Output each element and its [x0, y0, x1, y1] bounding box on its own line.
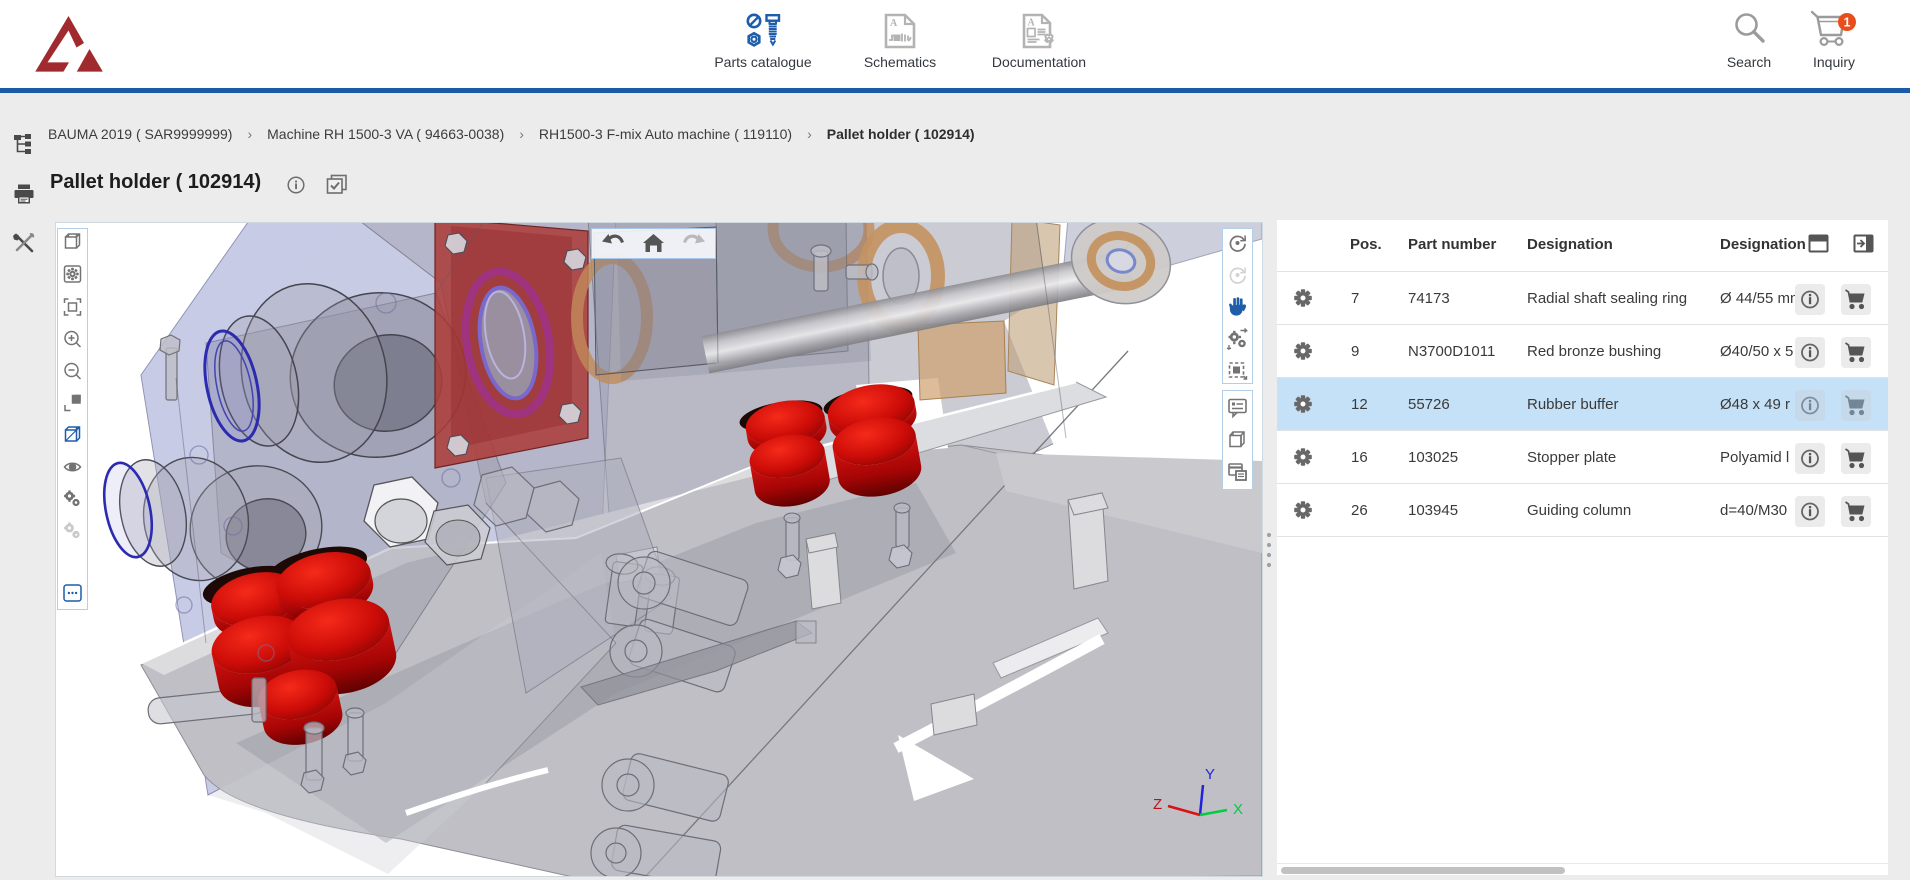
svg-text:X: X [1233, 801, 1243, 818]
svg-text:A: A [1028, 18, 1036, 29]
svg-text:A: A [890, 18, 898, 29]
svg-text:Z: Z [1153, 796, 1162, 813]
svg-text:1: 1 [1844, 15, 1851, 29]
svg-text:Y: Y [1205, 766, 1215, 783]
